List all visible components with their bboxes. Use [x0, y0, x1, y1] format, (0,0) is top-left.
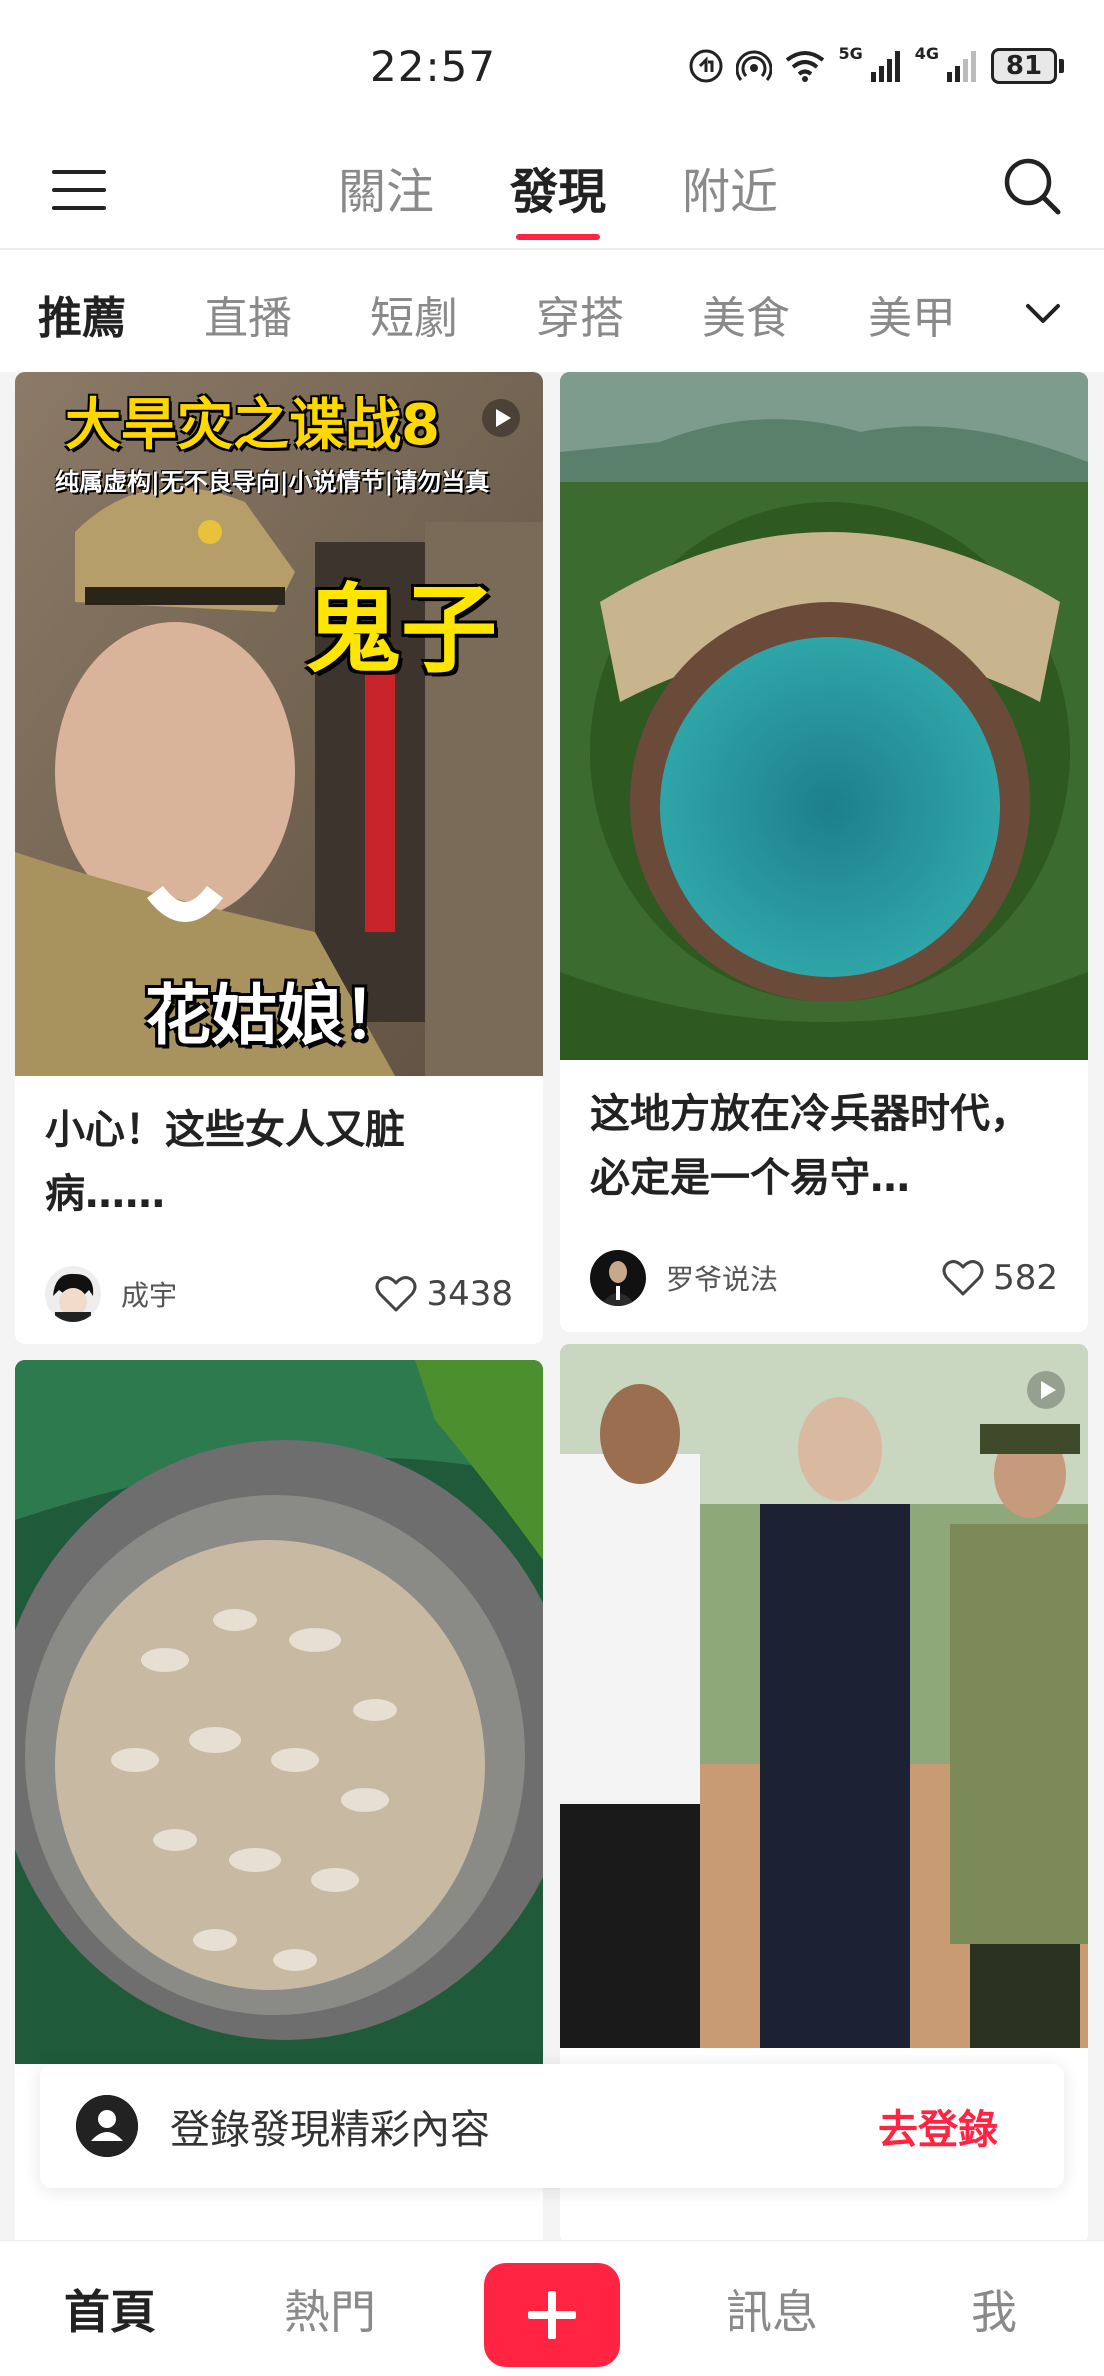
network-label-5g: 5G: [838, 44, 863, 63]
status-bar: 22:57 5G 4G 81: [0, 0, 1104, 130]
author-name[interactable]: 罗爷说法: [666, 1258, 941, 1298]
battery-level: 81: [991, 48, 1057, 84]
signal-icon-2: [947, 51, 976, 82]
nav-home[interactable]: 首頁: [20, 2241, 200, 2376]
overlay-caption-top: 鬼子: [305, 574, 497, 686]
card-thumbnail: [560, 372, 1088, 1060]
heart-icon: [375, 1276, 417, 1312]
feed-card-1[interactable]: 大旱灾之谍战8 纯属虚构|无不良导向|小说情节|请勿当真 鬼子 花姑娘！ 小心！…: [15, 372, 543, 1344]
network-label-4g: 4G: [914, 44, 939, 63]
nav-trending[interactable]: 熱門: [240, 2241, 420, 2376]
tab-following[interactable]: 關注: [338, 152, 434, 240]
landscape-image: [560, 372, 1088, 1060]
like-count: 582: [993, 1258, 1058, 1298]
create-post-button[interactable]: [484, 2263, 620, 2367]
signal-icon: [870, 51, 900, 82]
status-time: 22:57: [370, 42, 497, 91]
like-button[interactable]: 3438: [374, 1272, 513, 1316]
card-thumbnail: [560, 1344, 1088, 2048]
card-meta: 成宇 3438: [15, 1244, 543, 1344]
login-button[interactable]: 去登錄: [878, 2097, 998, 2155]
card-title: 小心！这些女人又脏病……: [45, 1107, 405, 1217]
card-title: 这地方放在冷兵器时代，必定是一个易守…: [590, 1091, 1030, 1201]
avatar[interactable]: [590, 1250, 646, 1306]
plus-icon: [528, 2291, 576, 2339]
overlay-caption-bottom: 花姑娘！: [145, 977, 409, 1054]
bottom-nav: 首頁 熱門 訊息 我: [0, 2240, 1104, 2376]
category-recommended[interactable]: 推薦: [38, 282, 126, 346]
like-count: 3438: [426, 1274, 513, 1314]
tab-discover[interactable]: 發現: [510, 152, 606, 240]
feed-card-2[interactable]: 这地方放在冷兵器时代，必定是一个易守… 罗爷说法 582: [560, 372, 1088, 1332]
card-thumbnail: [15, 1360, 543, 2064]
overlay-title: 大旱灾之谍战8: [65, 393, 440, 458]
heart-icon: [942, 1260, 984, 1296]
nav-me[interactable]: 我: [904, 2241, 1084, 2376]
status-icons: 5G 4G 81: [688, 46, 1064, 86]
nav-messages[interactable]: 訊息: [682, 2241, 862, 2376]
category-live[interactable]: 直播: [204, 282, 292, 346]
category-list: 推薦 直播 短劇 穿搭 美食 美甲: [38, 282, 956, 346]
author-name[interactable]: 成宇: [121, 1274, 374, 1314]
video-frame-image: [560, 1344, 1088, 2048]
login-banner: 登錄發現精彩內容 去登錄: [40, 2064, 1064, 2188]
category-outfit[interactable]: 穿搭: [536, 282, 624, 346]
card-thumbnail: 大旱灾之谍战8 纯属虚构|无不良导向|小说情节|请勿当真 鬼子 花姑娘！: [15, 372, 543, 1076]
category-food[interactable]: 美食: [702, 282, 790, 346]
play-icon: [482, 399, 520, 437]
category-bar: 推薦 直播 短劇 穿搭 美食 美甲: [0, 252, 1104, 372]
top-tabs: 關注 發現 附近: [0, 152, 1104, 240]
battery-icon: 81: [991, 48, 1064, 84]
category-short-drama[interactable]: 短劇: [370, 282, 458, 346]
chevron-down-icon[interactable]: [1018, 288, 1068, 338]
card-meta: 罗爷说法 582: [560, 1228, 1088, 1328]
tab-nearby[interactable]: 附近: [682, 152, 778, 240]
food-image: [15, 1360, 543, 2064]
feed: 大旱灾之谍战8 纯属虚构|无不良导向|小说情节|请勿当真 鬼子 花姑娘！ 小心！…: [0, 372, 1104, 2240]
search-icon[interactable]: [1000, 154, 1064, 218]
top-nav: 關注 發現 附近: [0, 130, 1104, 250]
category-nails[interactable]: 美甲: [868, 282, 956, 346]
play-icon: [1027, 1371, 1065, 1409]
hotspot-icon: [736, 50, 773, 81]
data-saver-icon: [689, 49, 723, 83]
wifi-icon: [786, 51, 825, 82]
user-placeholder-icon: [76, 2095, 138, 2157]
avatar[interactable]: [45, 1266, 101, 1322]
login-prompt-text: 登錄發現精彩內容: [170, 2107, 490, 2153]
like-button[interactable]: 582: [941, 1256, 1058, 1300]
overlay-subtitle: 纯属虚构|无不良导向|小说情节|请勿当真: [55, 468, 490, 496]
